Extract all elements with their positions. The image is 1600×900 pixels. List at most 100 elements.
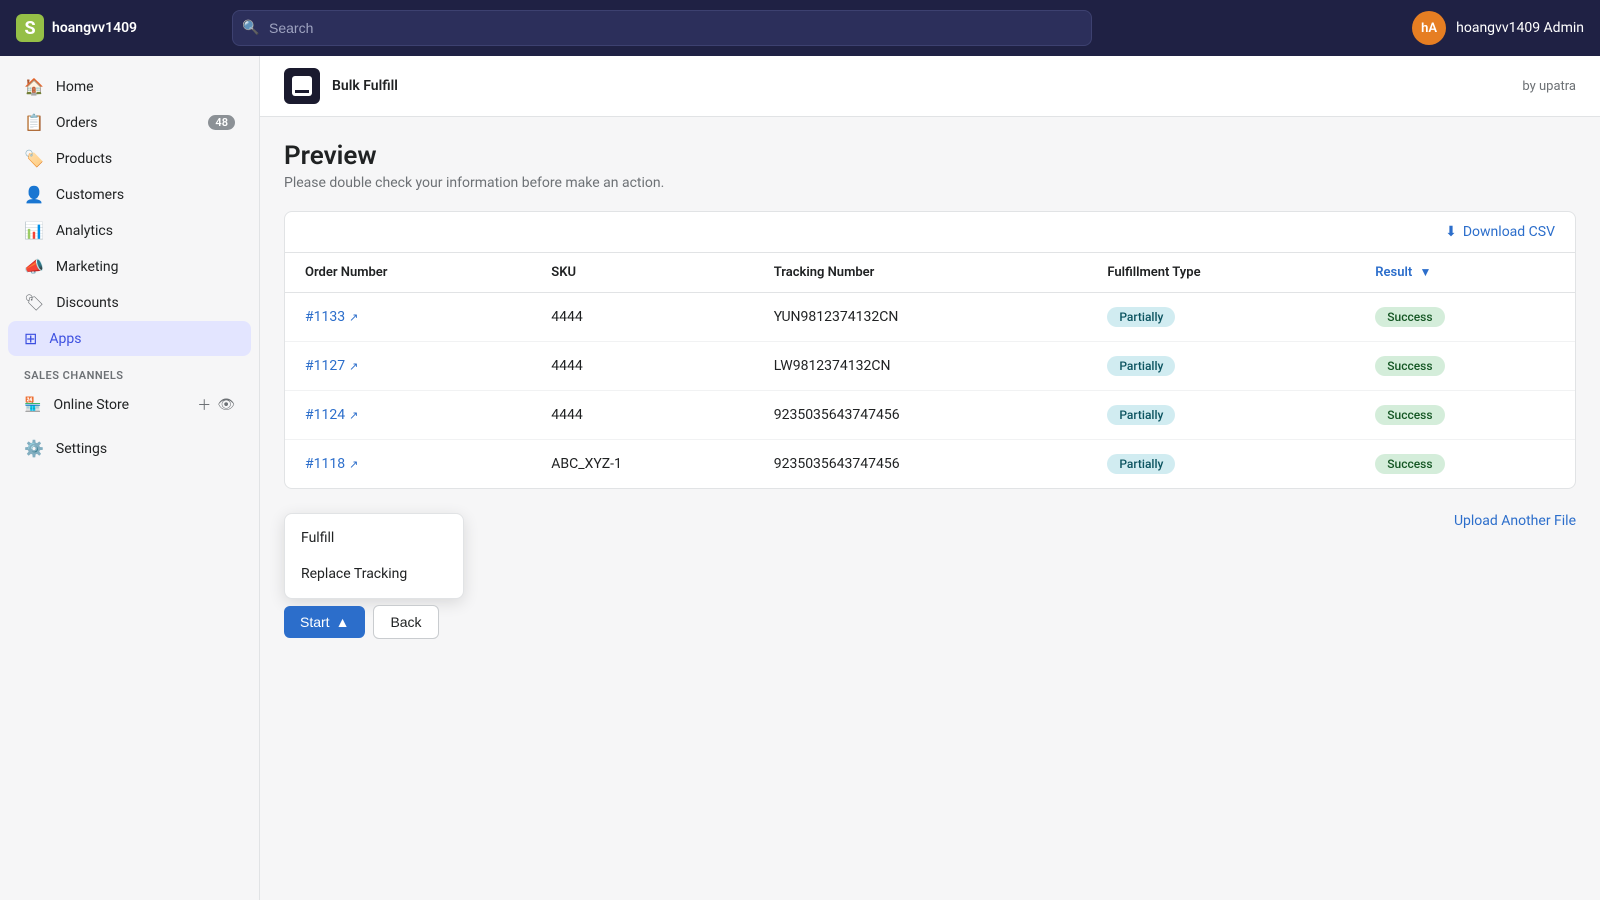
result-filter-icon: ▼ [1419, 265, 1431, 279]
marketing-icon: 📣 [24, 257, 44, 276]
download-icon: ⬇ [1445, 224, 1457, 240]
actions-area: Fulfill Replace Tracking Start ▲ Back [284, 489, 1576, 639]
sidebar-item-analytics[interactable]: 📊Analytics [8, 213, 251, 248]
cell-sku: 4444 [531, 391, 753, 440]
cell-sku: 4444 [531, 342, 753, 391]
sidebar-item-products[interactable]: 🏷️Products [8, 141, 251, 176]
back-button[interactable]: Back [373, 605, 438, 639]
badge-partially: Partially [1107, 454, 1175, 474]
sidebar-item-settings[interactable]: ⚙️ Settings [8, 431, 251, 466]
order-link[interactable]: #1133 ↗ [305, 309, 511, 325]
col-sku: SKU [531, 253, 753, 293]
order-link[interactable]: #1124 ↗ [305, 407, 511, 423]
discounts-icon: 🏷 [24, 293, 44, 312]
shopify-logo-icon: S [16, 14, 44, 42]
download-csv-label: Download CSV [1463, 224, 1555, 240]
sidebar-item-marketing[interactable]: 📣Marketing [8, 249, 251, 284]
back-label: Back [390, 614, 421, 630]
topbar: S hoangvv1409 🔍 hA hoangvv1409 Admin [0, 0, 1600, 56]
cell-order-number: #1127 ↗ [285, 342, 531, 391]
sidebar-label-customers: Customers [56, 187, 124, 203]
content-area: Preview Please double check your informa… [260, 117, 1600, 663]
cell-fulfillment-type: Partially [1087, 440, 1355, 489]
cell-tracking-number: 9235035643747456 [754, 440, 1088, 489]
search-input[interactable] [232, 10, 1092, 46]
upload-another-label: Upload Another File [1454, 513, 1576, 529]
external-link-icon: ↗ [349, 360, 358, 373]
app-icon-inner [292, 76, 312, 96]
app-header: Bulk Fulfill by upatra [260, 56, 1600, 117]
order-link[interactable]: #1118 ↗ [305, 456, 511, 472]
search-icon: 🔍 [242, 20, 259, 36]
table-row: #1127 ↗ 4444 LW9812374132CN Partially Su… [285, 342, 1575, 391]
cell-fulfillment-type: Partially [1087, 342, 1355, 391]
table-row: #1133 ↗ 4444 YUN9812374132CN Partially S… [285, 293, 1575, 342]
sidebar-label-products: Products [56, 151, 112, 167]
badge-partially: Partially [1107, 356, 1175, 376]
sidebar-item-home[interactable]: 🏠Home [8, 69, 251, 104]
cell-tracking-number: LW9812374132CN [754, 342, 1088, 391]
dropdown-replace-tracking[interactable]: Replace Tracking [285, 556, 463, 592]
sidebar-label-apps: Apps [49, 331, 81, 347]
main-content: Bulk Fulfill by upatra Preview Please do… [260, 56, 1600, 900]
sidebar-item-orders[interactable]: 📋Orders48 [8, 105, 251, 140]
eye-icon[interactable]: 👁 [217, 397, 235, 413]
badge-partially: Partially [1107, 405, 1175, 425]
cell-result: Success [1355, 293, 1575, 342]
external-link-icon: ↗ [349, 409, 358, 422]
app-header-left: Bulk Fulfill [284, 68, 398, 104]
cell-tracking-number: YUN9812374132CN [754, 293, 1088, 342]
dropdown-fulfill[interactable]: Fulfill [285, 520, 463, 556]
table-toolbar: ⬇ Download CSV [285, 212, 1575, 252]
user-name: hoangvv1409 Admin [1456, 20, 1584, 36]
page-subtitle: Please double check your information bef… [284, 175, 1576, 191]
app-author: by upatra [1522, 79, 1576, 94]
apps-icon: ⊞ [24, 329, 37, 348]
sales-channels-label: SALES CHANNELS [0, 357, 259, 386]
settings-label: Settings [56, 441, 107, 457]
orders-icon: 📋 [24, 113, 44, 132]
upload-another-link[interactable]: Upload Another File [1454, 513, 1576, 529]
online-store-label: Online Store [53, 397, 129, 413]
start-chevron-icon: ▲ [336, 614, 350, 630]
cell-order-number: #1133 ↗ [285, 293, 531, 342]
dropdown-container: Fulfill Replace Tracking Start ▲ Back [284, 513, 464, 639]
page-title: Preview [284, 141, 1576, 171]
sidebar-item-online-store[interactable]: 🏪 Online Store ＋ 👁 [8, 387, 251, 423]
sidebar-item-customers[interactable]: 👤Customers [8, 177, 251, 212]
cell-order-number: #1118 ↗ [285, 440, 531, 489]
app-name: Bulk Fulfill [332, 78, 398, 94]
dropdown-menu: Fulfill Replace Tracking [284, 513, 464, 599]
cell-result: Success [1355, 440, 1575, 489]
badge-success: Success [1375, 307, 1444, 327]
badge-success: Success [1375, 405, 1444, 425]
badge-success: Success [1375, 356, 1444, 376]
badge-success: Success [1375, 454, 1444, 474]
sidebar: 🏠Home📋Orders48🏷️Products👤Customers📊Analy… [0, 56, 260, 900]
table-row: #1118 ↗ ABC_XYZ-1 9235035643747456 Parti… [285, 440, 1575, 489]
cell-tracking-number: 9235035643747456 [754, 391, 1088, 440]
search-bar: 🔍 [232, 10, 1092, 46]
cell-result: Success [1355, 342, 1575, 391]
sidebar-label-orders: Orders [56, 115, 98, 131]
settings-icon: ⚙️ [24, 439, 44, 458]
cell-fulfillment-type: Partially [1087, 391, 1355, 440]
topbar-logo: S hoangvv1409 [16, 14, 216, 42]
btn-group: Start ▲ Back [284, 605, 464, 639]
topbar-user: hA hoangvv1409 Admin [1412, 11, 1584, 45]
cell-order-number: #1124 ↗ [285, 391, 531, 440]
orders-table: Order Number SKU Tracking Number Fulfill… [285, 252, 1575, 488]
home-icon: 🏠 [24, 77, 44, 96]
start-label: Start [300, 614, 330, 630]
sidebar-item-discounts[interactable]: 🏷Discounts [8, 285, 251, 320]
sidebar-item-apps[interactable]: ⊞ Apps [8, 321, 251, 356]
start-button[interactable]: Start ▲ [284, 606, 365, 638]
cell-result: Success [1355, 391, 1575, 440]
col-result[interactable]: Result ▼ [1355, 253, 1575, 293]
bulk-fulfill-icon [284, 68, 320, 104]
plus-icon[interactable]: ＋ [197, 395, 211, 415]
download-csv-button[interactable]: ⬇ Download CSV [1445, 224, 1555, 240]
order-link[interactable]: #1127 ↗ [305, 358, 511, 374]
store-name: hoangvv1409 [52, 20, 137, 36]
sidebar-label-analytics: Analytics [56, 223, 113, 239]
